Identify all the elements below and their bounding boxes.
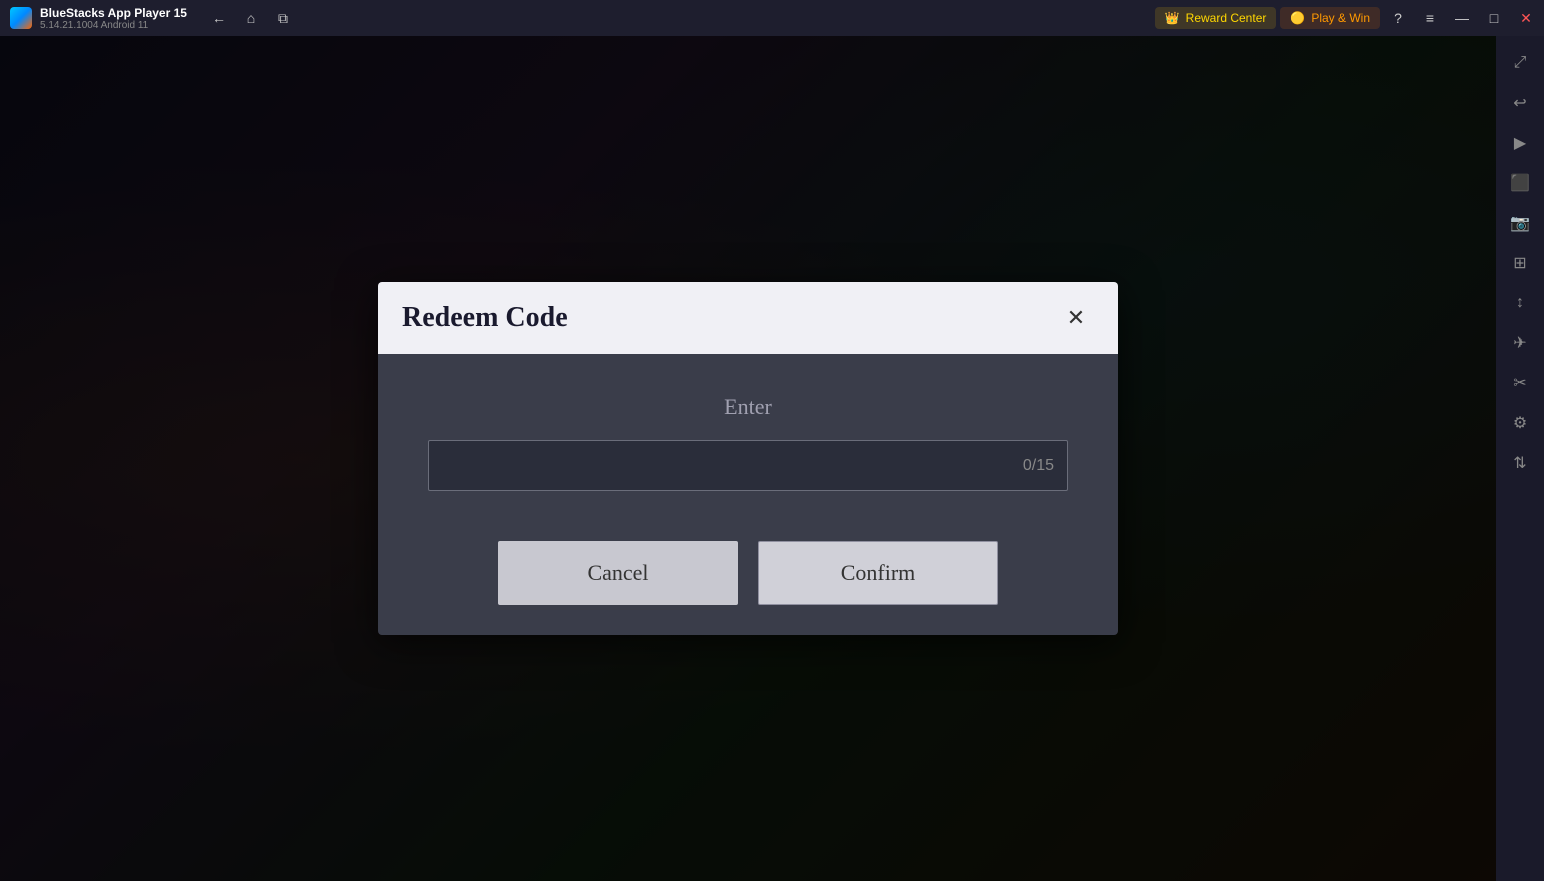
resize-sidebar-button[interactable]: ↕ [1501, 284, 1539, 322]
screenshot-sidebar-button[interactable]: 📷 [1501, 204, 1539, 242]
help-button[interactable]: ? [1384, 4, 1412, 32]
minimize-button[interactable]: — [1448, 4, 1476, 32]
code-input-wrapper: 0/15 [428, 440, 1068, 491]
location-sidebar-button[interactable]: ✈ [1501, 324, 1539, 362]
home-nav-button[interactable]: ⌂ [237, 4, 265, 32]
app-name: BlueStacks App Player 15 [40, 6, 187, 20]
play-win-label: Play & Win [1311, 11, 1370, 25]
main-area: Redeem Code ✕ Enter 0/15 Cancel Confirm [0, 36, 1496, 881]
confirm-button[interactable]: Confirm [758, 541, 998, 605]
coin-icon: 🟡 [1290, 11, 1305, 25]
maximize-button[interactable]: □ [1480, 4, 1508, 32]
titlebar-right-area: 👑 Reward Center 🟡 Play & Win ? ≡ — □ ✕ [1155, 4, 1544, 32]
right-sidebar: ⤢ ↩ ▶ ⬛ 📷 ⊞ ↕ ✈ ✂ ⚙ ⇅ [1496, 36, 1544, 881]
nav-buttons: ← ⌂ ⧉ [197, 4, 305, 32]
rotate-sidebar-button[interactable]: ↩ [1501, 84, 1539, 122]
back-nav-button[interactable]: ← [205, 4, 233, 32]
screen-sidebar-button[interactable]: ⬛ [1501, 164, 1539, 202]
modal-overlay: Redeem Code ✕ Enter 0/15 Cancel Confirm [0, 36, 1496, 881]
cancel-button[interactable]: Cancel [498, 541, 738, 605]
modal-close-button[interactable]: ✕ [1058, 300, 1094, 336]
macro-sidebar-button[interactable]: ✂ [1501, 364, 1539, 402]
app-version: 5.14.21.1004 Android 11 [40, 20, 187, 31]
redeem-code-modal: Redeem Code ✕ Enter 0/15 Cancel Confirm [378, 282, 1118, 635]
enter-label: Enter [428, 394, 1068, 420]
modal-header: Redeem Code ✕ [378, 282, 1118, 354]
reward-center-label: Reward Center [1186, 11, 1267, 25]
modal-body: Enter 0/15 Cancel Confirm [378, 354, 1118, 635]
scroll-sidebar-button[interactable]: ⇅ [1501, 444, 1539, 482]
overview-nav-button[interactable]: ⧉ [269, 4, 297, 32]
modal-title: Redeem Code [402, 302, 568, 334]
close-button[interactable]: ✕ [1512, 4, 1540, 32]
app-info: BlueStacks App Player 15 5.14.21.1004 An… [40, 6, 187, 31]
modal-buttons: Cancel Confirm [428, 541, 1068, 605]
redeem-code-input[interactable] [428, 440, 1068, 491]
settings-sidebar-button[interactable]: ⚙ [1501, 404, 1539, 442]
reward-center-button[interactable]: 👑 Reward Center [1155, 7, 1277, 29]
play-sidebar-button[interactable]: ▶ [1501, 124, 1539, 162]
play-win-button[interactable]: 🟡 Play & Win [1280, 7, 1380, 29]
crown-icon: 👑 [1165, 11, 1180, 25]
multiinstance-sidebar-button[interactable]: ⊞ [1501, 244, 1539, 282]
titlebar: BlueStacks App Player 15 5.14.21.1004 An… [0, 0, 1544, 36]
fullscreen-sidebar-button[interactable]: ⤢ [1501, 44, 1539, 82]
menu-button[interactable]: ≡ [1416, 4, 1444, 32]
app-logo-area: BlueStacks App Player 15 5.14.21.1004 An… [0, 6, 197, 31]
bluestacks-logo-icon [10, 7, 32, 29]
